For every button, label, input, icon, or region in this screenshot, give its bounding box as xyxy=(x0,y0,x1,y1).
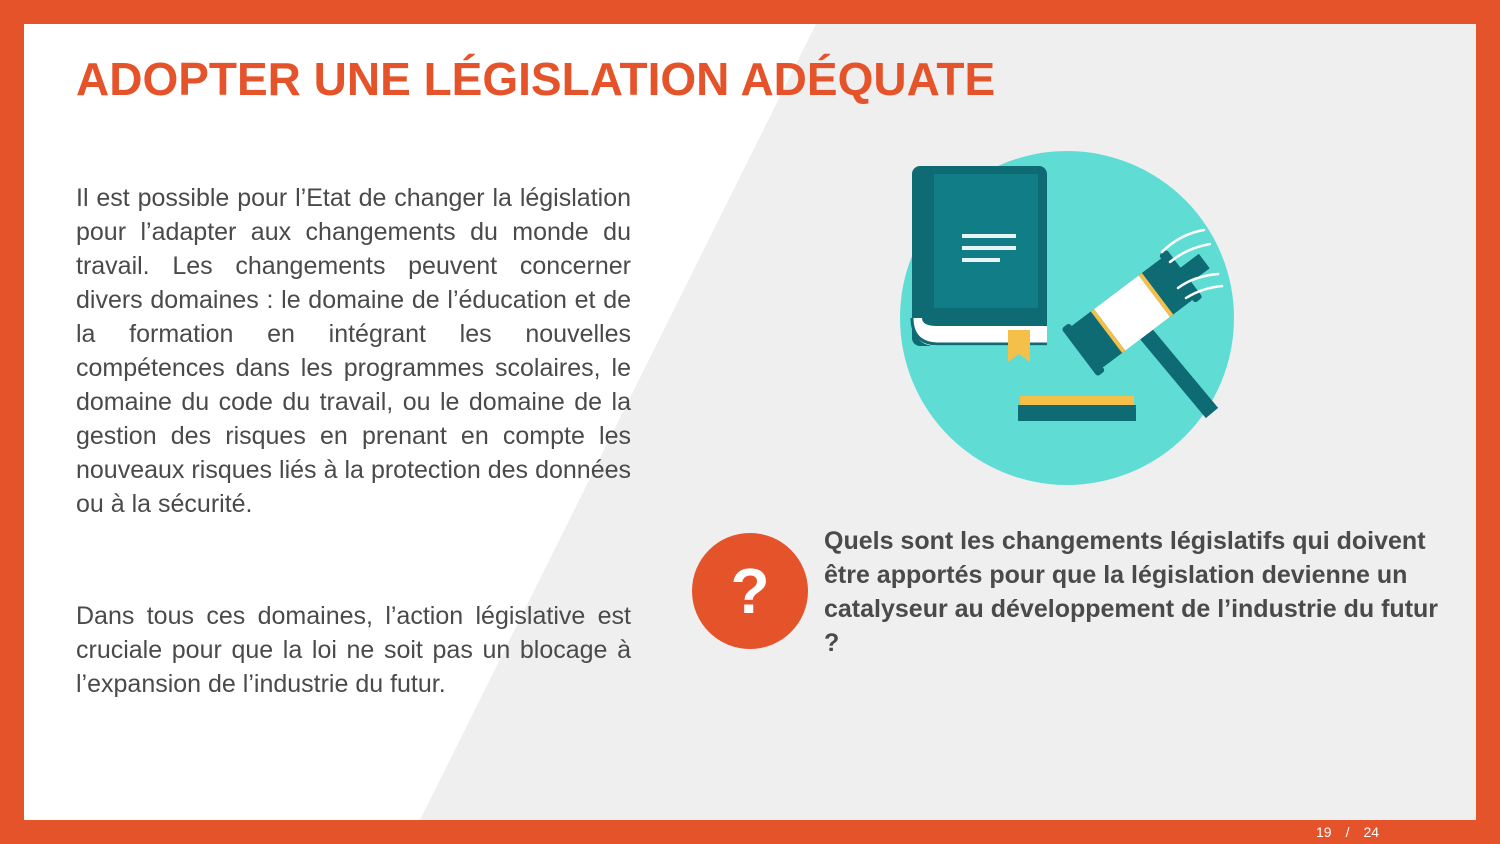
page-separator: / xyxy=(1345,824,1350,840)
law-book-and-gavel-icon xyxy=(900,151,1234,485)
slide-title: ADOPTER UNE LÉGISLATION ADÉQUATE xyxy=(76,53,996,105)
question-mark-icon: ? xyxy=(692,533,808,649)
total-page-count: 24 xyxy=(1363,824,1380,840)
question-mark-symbol: ? xyxy=(730,555,770,627)
page-indicator: 19 / 24 xyxy=(1316,824,1379,840)
current-page-number: 19 xyxy=(1316,824,1332,840)
question-text: Quels sont les changements législatifs q… xyxy=(824,527,1439,657)
book-icon xyxy=(910,166,1047,362)
paragraph-legislation: Il est possible pour l’Etat de changer l… xyxy=(76,184,631,518)
slide: ADOPTER UNE LÉGISLATION ADÉQUATE Il est … xyxy=(24,24,1476,820)
paragraph-legislative-action: Dans tous ces domaines, l’action législa… xyxy=(76,602,631,698)
gavel-base-icon xyxy=(1018,396,1136,421)
